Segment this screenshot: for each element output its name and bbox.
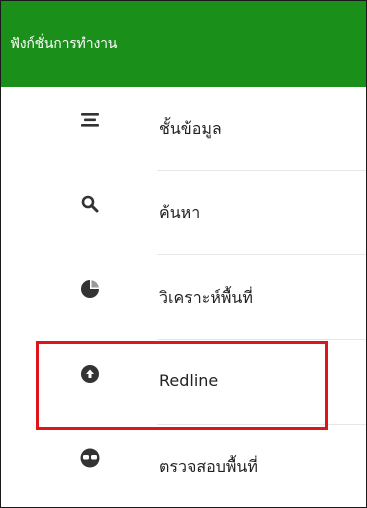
menu-item-area-analysis[interactable]: วิเคราะห์พื้นที่ <box>1 256 366 340</box>
pie-chart-icon <box>79 278 101 300</box>
menu-item-label: ตรวจสอบพื้นที่ <box>159 457 258 476</box>
menu-item-label: Redline <box>159 371 219 390</box>
menu-item-label: วิเคราะห์พื้นที่ <box>159 288 253 307</box>
menu-item-layers[interactable]: ชั้นข้อมูล <box>1 87 366 171</box>
menu-item-label: ค้นหา <box>159 203 201 222</box>
menu-item-area-inspection[interactable]: ตรวจสอบพื้นที่ <box>1 425 366 507</box>
layers-icon <box>79 109 101 131</box>
divider <box>157 339 366 340</box>
menu-item-label: ชั้นข้อมูล <box>159 119 222 138</box>
panel-title: ฟังก์ชั่นการทำงาน <box>10 36 118 52</box>
function-panel: ฟังก์ชั่นการทำงาน ชั้นข้อมูล ค้นหา วิเคร… <box>0 0 367 508</box>
menu-item-search[interactable]: ค้นหา <box>1 171 366 255</box>
search-icon <box>79 193 101 215</box>
inspect-icon <box>79 447 101 469</box>
upload-circle-icon <box>79 363 101 385</box>
menu-item-redline[interactable]: Redline <box>1 341 366 425</box>
panel-header: ฟังก์ชั่นการทำงาน <box>1 1 366 87</box>
divider <box>157 254 366 255</box>
